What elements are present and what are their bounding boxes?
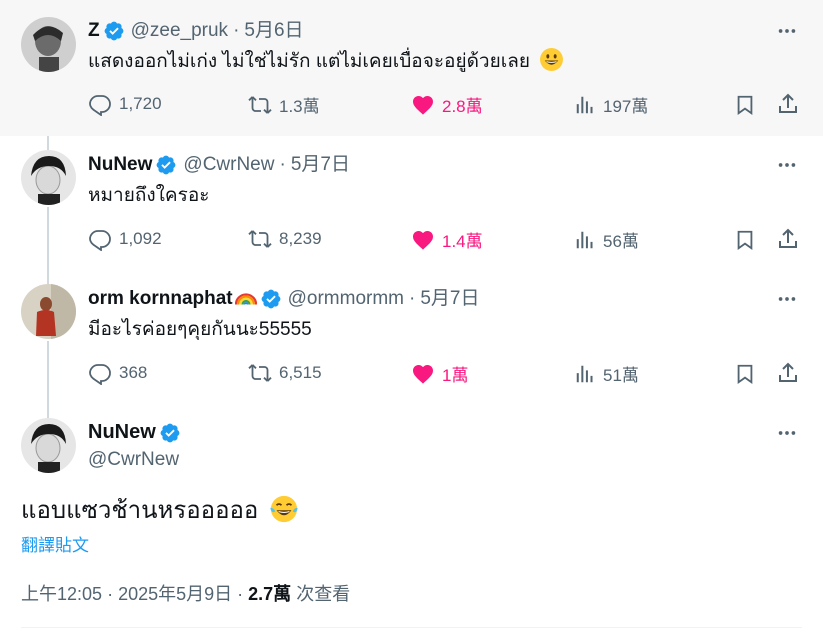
verified-badge-icon [157,155,176,175]
display-name[interactable]: NuNew [88,421,156,444]
like-count: 1萬 [442,366,469,385]
analytics-icon [576,365,593,382]
like-count: 2.8萬 [442,97,483,116]
verified-badge-icon [160,423,180,442]
display-name[interactable]: NuNew [88,153,152,177]
repost-count: 1.3萬 [279,97,320,116]
heart-filled-icon [413,95,433,115]
separator-dot: · [279,154,286,175]
handle[interactable]: @CwrNew [183,153,274,177]
reply-tweet[interactable]: orm kornnaphat @ormmormm · 5月7日 มีอะไรค่… [0,270,823,404]
reply-count: 368 [119,363,148,382]
avatar[interactable] [21,150,76,205]
analytics-icon [576,231,593,248]
reply-count: 1,720 [119,94,162,113]
repost-button[interactable]: 6,515 [248,361,322,385]
reply-icon [89,95,111,116]
separator-dot: · [409,288,416,309]
reply-count: 1,092 [119,229,162,248]
handle[interactable]: @ormmormm [288,287,404,311]
views-label: 次查看 [296,584,351,604]
share-icon[interactable] [776,361,800,385]
share-icon[interactable] [776,92,800,116]
analytics-icon [576,96,593,113]
heart-filled-icon [413,364,433,384]
tweet-text: แสดงออกไม่เก่ง ไม่ใช่ไม่รัก แต่ไม่เคยเบื… [88,51,531,72]
repost-icon [248,230,272,248]
reply-button[interactable]: 1,720 [88,92,162,116]
more-options-icon[interactable] [776,154,798,176]
repost-icon [248,364,272,382]
repost-button[interactable]: 1.3萬 [248,92,320,117]
display-name[interactable]: Z [88,19,100,43]
bookmark-icon[interactable] [734,228,756,252]
reply-button[interactable]: 1,092 [88,227,162,251]
post-date[interactable]: 5月6日 [244,19,303,43]
reply-button[interactable]: 368 [88,361,147,385]
tweet-text: หมายถึงใครอะ [88,185,210,206]
avatar[interactable] [21,284,76,339]
tears-of-joy-emoji-icon [270,495,298,522]
views-count: 51萬 [603,366,639,385]
separator-dot: · [107,584,119,604]
reply-tweet[interactable]: NuNew @CwrNew · 5月7日 หมายถึงใครอะ 1,092 … [0,136,823,270]
avatar[interactable] [21,418,76,473]
reply-icon [89,230,111,251]
views-button[interactable]: 56萬 [574,227,639,252]
more-options-icon[interactable] [776,288,798,310]
share-icon[interactable] [776,227,800,251]
reply-tweet[interactable]: Z @zee_pruk · 5月6日 แสดงออกไม่เก่ง ไม่ใช่… [0,0,823,136]
views-count: 197萬 [603,97,649,116]
heart-filled-icon [413,230,433,250]
views-button[interactable]: 197萬 [574,92,648,117]
handle[interactable]: @CwrNew [88,449,179,471]
like-count: 1.4萬 [442,232,483,251]
post-meta: 上午12:05 · 2025年5月9日 · 2.7萬 次查看 [21,580,350,606]
rainbow-emoji-icon [234,293,257,305]
tweet-text: มีอะไรค่อยๆคุยกันนะ55555 [88,319,312,340]
separator-dot: · [233,20,240,41]
views-count: 2.7萬 [248,584,292,604]
handle[interactable]: @zee_pruk [131,19,228,43]
like-button[interactable]: 1萬 [411,361,468,386]
verified-badge-icon [261,289,281,309]
views-count: 56萬 [603,232,639,251]
repost-icon [248,95,272,114]
repost-count: 8,239 [279,229,322,248]
post-date[interactable]: 2025年5月9日 [118,584,232,604]
more-options-icon[interactable] [776,20,798,42]
translate-post-link[interactable]: 翻譯貼文 [21,531,89,556]
bookmark-icon[interactable] [734,362,756,386]
post-time[interactable]: 上午12:05 [21,584,102,604]
reply-icon [89,364,111,385]
display-name[interactable]: orm kornnaphat [88,287,233,311]
post-date[interactable]: 5月7日 [291,153,350,177]
repost-button[interactable]: 8,239 [248,227,322,251]
views-button[interactable]: 51萬 [574,361,639,386]
post-date[interactable]: 5月7日 [420,287,479,311]
verified-badge-icon [104,21,124,41]
bookmark-icon[interactable] [734,93,756,117]
tweet-text: แอบแซวช้านหรอออออ [21,497,259,524]
more-options-icon[interactable] [776,422,798,444]
avatar[interactable] [21,17,76,72]
like-button[interactable]: 1.4萬 [411,227,483,252]
grinning-face-emoji-icon [540,48,564,72]
repost-count: 6,515 [279,363,322,382]
like-button[interactable]: 2.8萬 [411,92,483,117]
divider [21,627,802,628]
separator-dot: · [237,584,249,604]
